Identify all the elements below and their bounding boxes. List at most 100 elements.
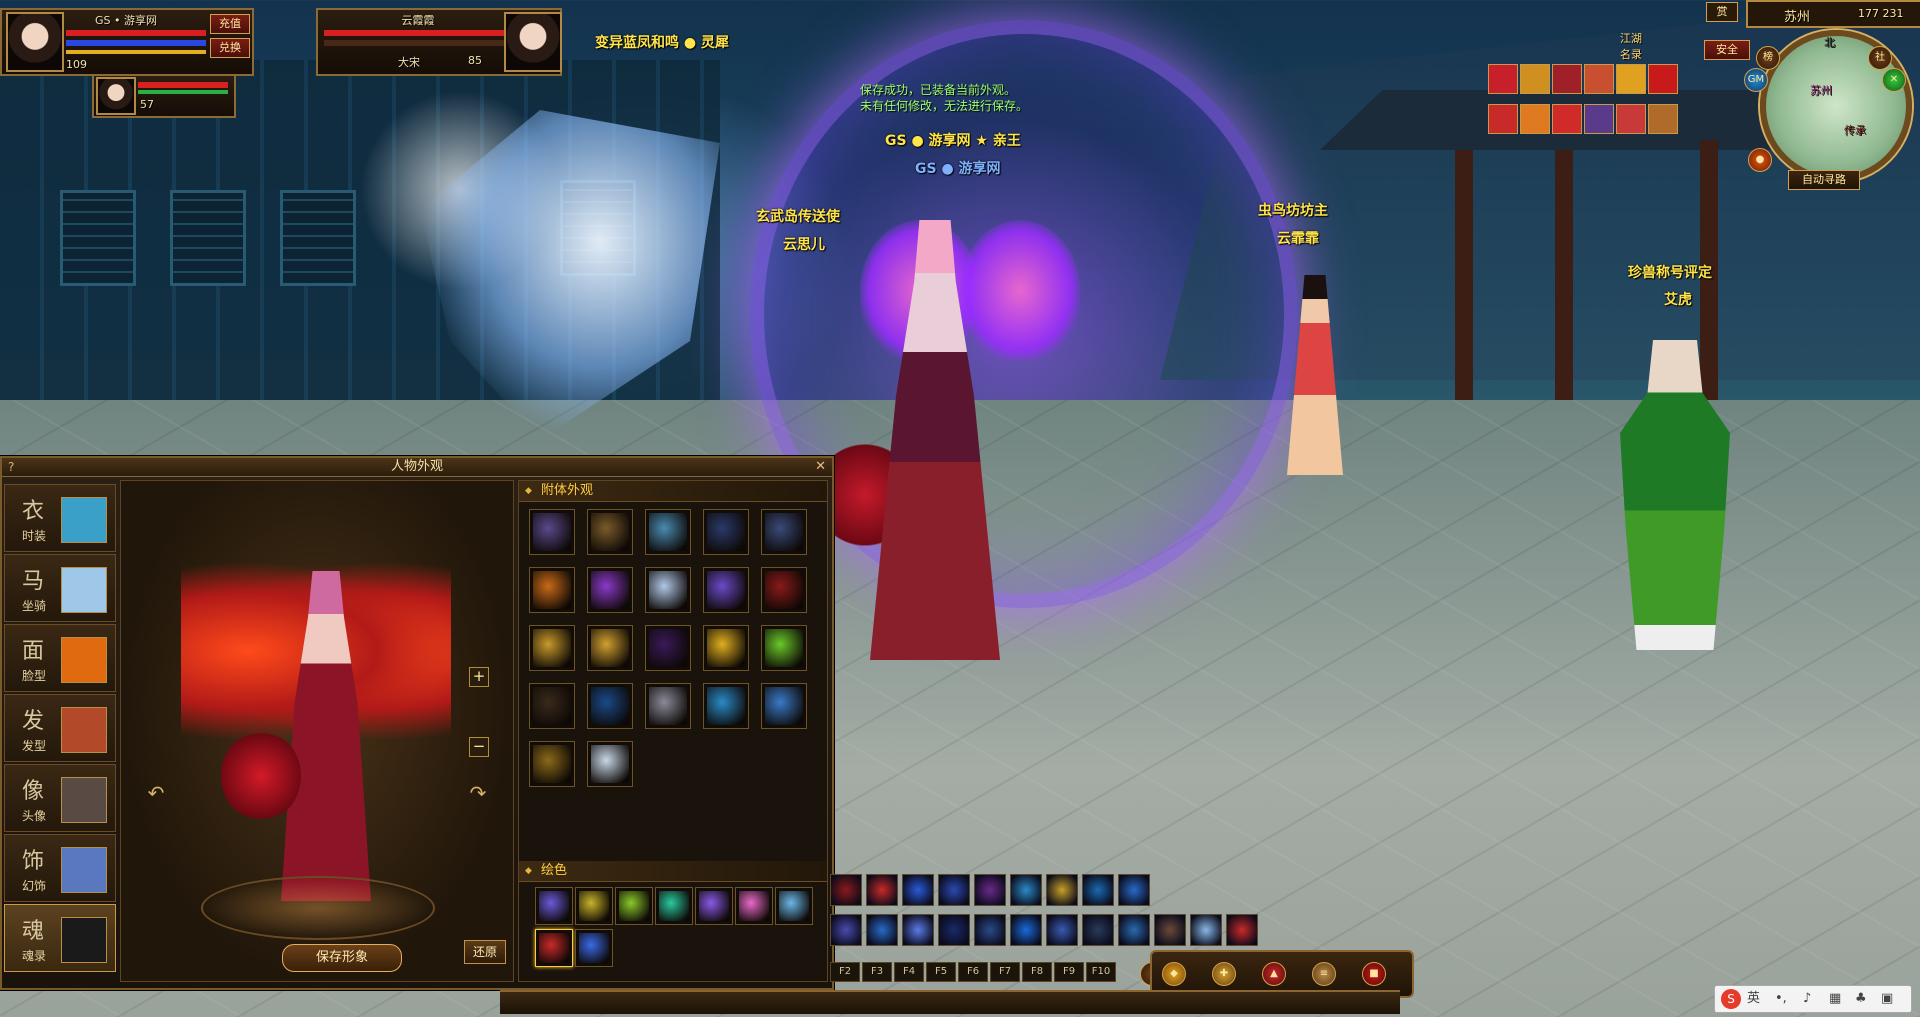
save-appearance-button[interactable]: 保存形象 <box>282 944 402 972</box>
grid-icon[interactable]: ▣ <box>1881 986 1893 1012</box>
skill-slot[interactable] <box>938 914 970 946</box>
close-icon[interactable]: ✕ <box>815 458 826 476</box>
ime-logo-icon[interactable]: S <box>1721 989 1741 1009</box>
buff-icon[interactable] <box>1648 64 1678 94</box>
exchange-button[interactable]: 兑换 <box>210 38 250 58</box>
skill-slot[interactable] <box>1046 874 1078 906</box>
function-key[interactable]: F4 <box>894 962 924 982</box>
dye-slot[interactable] <box>695 887 733 925</box>
social-button[interactable]: 社 <box>1868 46 1892 70</box>
attach-slot[interactable] <box>761 625 807 671</box>
tab-soul-record[interactable]: 魂 魂录 <box>4 904 116 972</box>
skill-book-icon[interactable]: ▲ <box>1262 962 1286 986</box>
ime-lang[interactable]: 英 <box>1747 986 1760 1012</box>
attach-slot[interactable] <box>529 567 575 613</box>
dye-slot[interactable] <box>575 929 613 967</box>
dye-slot[interactable] <box>735 887 773 925</box>
dye-slot[interactable] <box>775 887 813 925</box>
attach-slot[interactable] <box>529 741 575 787</box>
buff-icon[interactable] <box>1520 104 1550 134</box>
buff-icon[interactable] <box>1520 64 1550 94</box>
attach-slot[interactable] <box>587 567 633 613</box>
tab-fashion[interactable]: 衣 时装 <box>4 484 116 552</box>
function-key[interactable]: F10 <box>1086 962 1116 982</box>
dye-slot[interactable] <box>655 887 693 925</box>
bounty-badge[interactable]: 赏 <box>1706 2 1738 22</box>
zoom-out-button[interactable]: − <box>469 737 489 757</box>
buff-icon[interactable] <box>1552 64 1582 94</box>
punctuation-icon[interactable]: •, <box>1775 986 1787 1012</box>
restore-button[interactable]: 还原 <box>464 940 506 964</box>
hammer-icon[interactable]: ✚ <box>1212 962 1236 986</box>
attach-slot[interactable] <box>703 567 749 613</box>
function-key[interactable]: F5 <box>926 962 956 982</box>
ime-toolbar[interactable]: S 英 •, ♪ ▦ ♣ ▣ <box>1714 985 1912 1013</box>
target-avatar[interactable] <box>504 12 562 72</box>
shirt-icon[interactable]: ♣ <box>1855 986 1867 1012</box>
skill-slot[interactable] <box>866 874 898 906</box>
skill-slot[interactable] <box>974 914 1006 946</box>
attach-slot[interactable] <box>529 683 575 729</box>
npc-name[interactable]: 艾虎 <box>1664 289 1692 309</box>
attach-slot[interactable] <box>645 509 691 555</box>
skill-slot[interactable] <box>1046 914 1078 946</box>
tab-hairstyle[interactable]: 发 发型 <box>4 694 116 762</box>
function-key[interactable]: F2 <box>830 962 860 982</box>
skill-slot[interactable] <box>938 874 970 906</box>
skill-slot[interactable] <box>1226 914 1258 946</box>
mic-icon[interactable]: ♪ <box>1803 986 1811 1012</box>
map-expand-icon[interactable]: ✕ <box>1882 68 1906 92</box>
skill-slot[interactable] <box>1118 874 1150 906</box>
rotate-right-icon[interactable]: ↷ <box>465 781 491 805</box>
buff-icon[interactable] <box>1648 104 1678 134</box>
function-key[interactable]: F3 <box>862 962 892 982</box>
tab-ornament[interactable]: 饰 幻饰 <box>4 834 116 902</box>
skill-slot[interactable] <box>1082 874 1114 906</box>
dye-slot[interactable] <box>575 887 613 925</box>
npc-name[interactable]: 云霏霏 <box>1277 228 1319 248</box>
bag-icon[interactable]: ◆ <box>1162 962 1186 986</box>
rank-button[interactable]: 榜 <box>1756 46 1780 70</box>
skill-slot[interactable] <box>1118 914 1150 946</box>
function-key[interactable]: F8 <box>1022 962 1052 982</box>
flag-icon[interactable]: ■ <box>1362 962 1386 986</box>
attach-slot[interactable] <box>587 625 633 671</box>
buff-icon[interactable] <box>1616 64 1646 94</box>
skill-slot[interactable] <box>866 914 898 946</box>
skill-slot[interactable] <box>1082 914 1114 946</box>
buff-icon[interactable] <box>1488 104 1518 134</box>
tab-face[interactable]: 面 脸型 <box>4 624 116 692</box>
zoom-in-button[interactable]: + <box>469 667 489 687</box>
character-preview[interactable]: + − ↶ ↷ <box>120 480 514 982</box>
attach-slot[interactable] <box>645 683 691 729</box>
keyboard-icon[interactable]: ▦ <box>1829 986 1841 1012</box>
skill-slot[interactable] <box>1010 914 1042 946</box>
buff-icon[interactable] <box>1584 104 1614 134</box>
player-avatar[interactable] <box>6 12 64 72</box>
skill-slot[interactable] <box>830 914 862 946</box>
attach-slot[interactable] <box>761 567 807 613</box>
buff-icon[interactable] <box>1616 104 1646 134</box>
tab-mount[interactable]: 马 坐骑 <box>4 554 116 622</box>
gm-button[interactable]: GM <box>1744 68 1768 92</box>
attach-slot[interactable] <box>587 509 633 555</box>
help-icon[interactable]: ? <box>8 458 14 476</box>
dye-slot[interactable] <box>615 887 653 925</box>
function-key[interactable]: F7 <box>990 962 1020 982</box>
skill-slot[interactable] <box>902 874 934 906</box>
attach-slot[interactable] <box>703 625 749 671</box>
attach-slot[interactable] <box>645 567 691 613</box>
attach-slot[interactable] <box>645 625 691 671</box>
skill-slot[interactable] <box>1154 914 1186 946</box>
attach-slot[interactable] <box>761 683 807 729</box>
tab-portrait[interactable]: 像 头像 <box>4 764 116 832</box>
function-key[interactable]: F6 <box>958 962 988 982</box>
attach-slot[interactable] <box>761 509 807 555</box>
function-key[interactable]: F9 <box>1054 962 1084 982</box>
shop-icon[interactable]: ● <box>1748 148 1772 172</box>
attach-slot[interactable] <box>587 683 633 729</box>
auto-path-button[interactable]: 自动寻路 <box>1788 170 1860 190</box>
pet-avatar[interactable] <box>96 77 136 115</box>
npc-name[interactable]: 云思儿 <box>783 234 825 254</box>
skill-slot[interactable] <box>1010 874 1042 906</box>
